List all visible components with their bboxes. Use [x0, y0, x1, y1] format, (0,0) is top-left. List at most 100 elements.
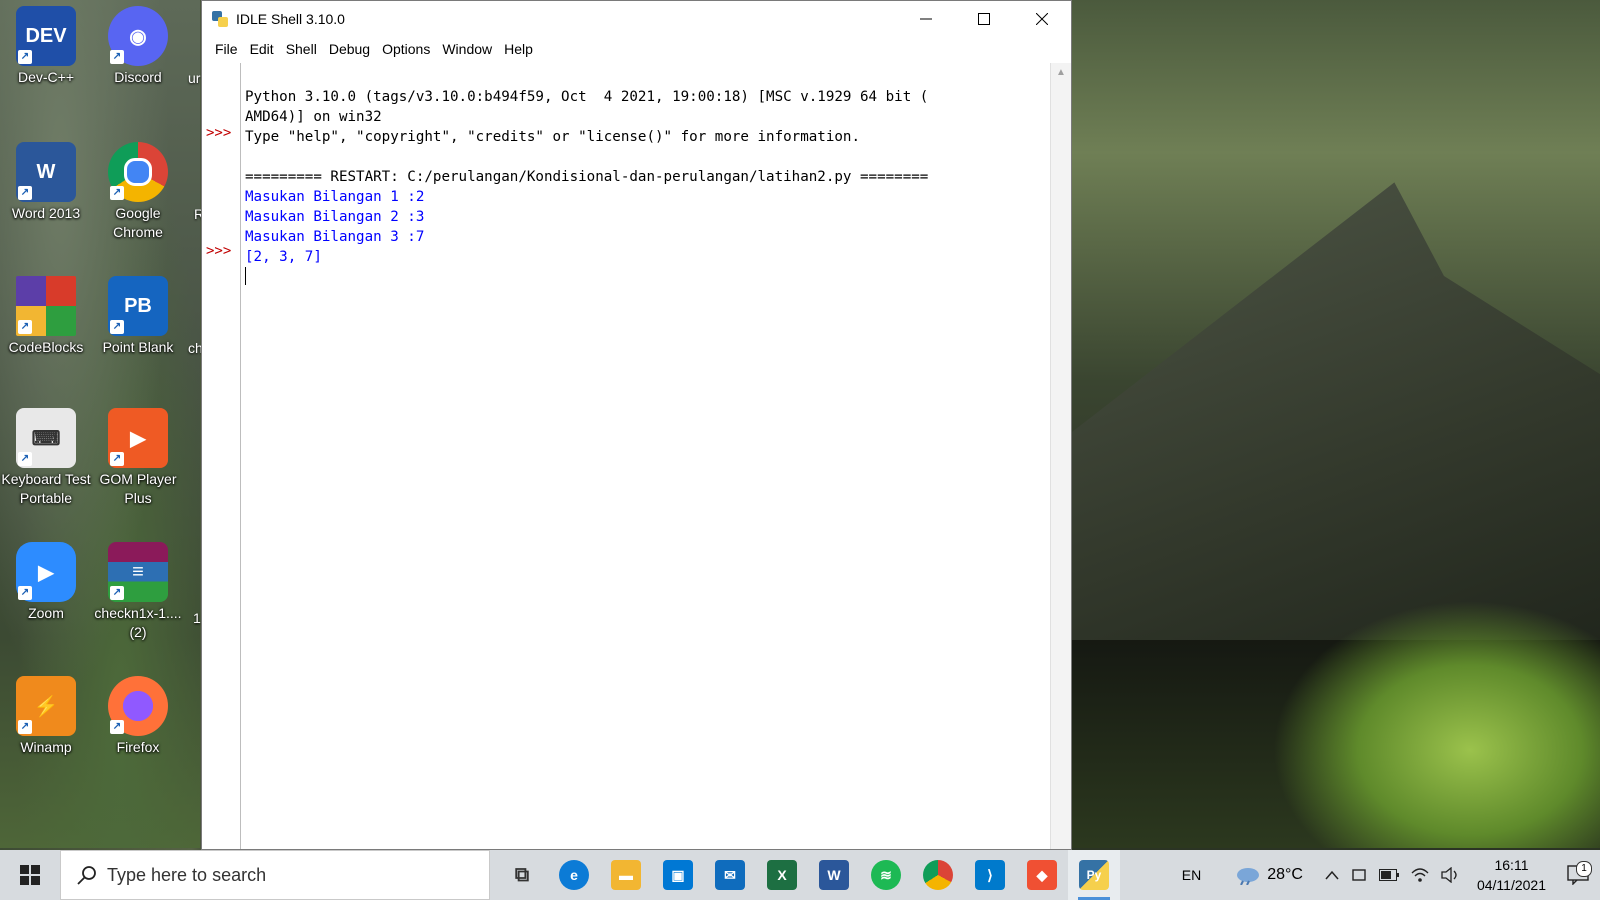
- menu-edit[interactable]: Edit: [244, 41, 280, 57]
- point-blank-icon: PB ↗: [108, 276, 168, 336]
- desktop-icon-zoom[interactable]: ▶ ↗ Zoom: [0, 542, 92, 623]
- window-title: IDLE Shell 3.10.0: [236, 11, 345, 27]
- menu-shell[interactable]: Shell: [280, 41, 323, 57]
- menu-options[interactable]: Options: [376, 41, 436, 57]
- keyboard-icon: ⌨ ↗: [16, 408, 76, 468]
- minimize-button[interactable]: [897, 1, 955, 37]
- python-icon: [212, 11, 228, 27]
- search-box[interactable]: Type here to search: [60, 850, 490, 900]
- taskbar-task-view[interactable]: ⧉: [496, 850, 548, 900]
- git-icon: ◆: [1027, 860, 1057, 890]
- desktop-wallpaper: [1072, 0, 1600, 848]
- battery-icon[interactable]: [1373, 869, 1405, 881]
- desktop-icon-gom-player[interactable]: ▶ ↗ GOM Player Plus: [92, 408, 184, 508]
- desktop-icon-label-partial: 1: [193, 610, 201, 626]
- title-bar[interactable]: IDLE Shell 3.10.0: [202, 1, 1071, 37]
- menu-file[interactable]: File: [209, 41, 244, 57]
- desktop-icon-label: Dev-C++: [17, 69, 75, 85]
- show-hidden-icons-button[interactable]: [1309, 870, 1345, 880]
- chevron-up-icon: [1325, 870, 1339, 880]
- store-icon: ▣: [663, 860, 693, 890]
- desktop-icon-label: Firefox: [116, 739, 160, 755]
- scroll-up-icon[interactable]: ▲: [1051, 63, 1071, 81]
- taskbar-edge[interactable]: e: [548, 850, 600, 900]
- shell-line: Masukan Bilangan 3 :7: [245, 229, 425, 245]
- meet-now-icon[interactable]: [1345, 867, 1373, 883]
- zoom-icon: ▶ ↗: [16, 542, 76, 602]
- shell-line: Masukan Bilangan 2 :3: [245, 209, 425, 225]
- winamp-icon: ⚡ ↗: [16, 676, 76, 736]
- shell-editor[interactable]: >>> >>> Python 3.10.0 (tags/v3.10.0:b494…: [202, 63, 1071, 849]
- desktop-icon-checkn1x[interactable]: ≡ ↗ checkn1x-1.... (2): [92, 542, 184, 642]
- word-icon: W ↗: [16, 142, 76, 202]
- desktop-icon-label: Keyboard Test Portable: [1, 471, 91, 506]
- taskbar-file-explorer[interactable]: ▬: [600, 850, 652, 900]
- desktop-icon-winamp[interactable]: ⚡ ↗ Winamp: [0, 676, 92, 757]
- task-view-icon: ⧉: [514, 863, 530, 886]
- close-button[interactable]: [1013, 1, 1071, 37]
- taskbar-microsoft-store[interactable]: ▣: [652, 850, 704, 900]
- idle-shell-window[interactable]: IDLE Shell 3.10.0 File Edit Shell Debug …: [201, 0, 1072, 850]
- desktop-icon-point-blank[interactable]: PB ↗ Point Blank: [92, 276, 184, 357]
- prompt-gutter: >>> >>>: [202, 63, 241, 849]
- taskbar-python-idle[interactable]: Py: [1068, 850, 1120, 900]
- desktop-icon-word[interactable]: W ↗ Word 2013: [0, 142, 92, 223]
- shell-line: [2, 3, 7]: [245, 249, 322, 265]
- shell-prompt: >>>: [206, 243, 232, 259]
- shell-line: Type "help", "copyright", "credits" or "…: [245, 129, 860, 145]
- desktop-icon-label-partial: ur: [188, 70, 201, 86]
- desktop-icon-discord[interactable]: ◉ ↗ Discord: [92, 6, 184, 87]
- weather-widget[interactable]: 28°C: [1229, 865, 1309, 885]
- shell-input-line[interactable]: [245, 267, 1049, 287]
- vertical-scrollbar[interactable]: ▲: [1050, 63, 1071, 849]
- shell-output[interactable]: Python 3.10.0 (tags/v3.10.0:b494f59, Oct…: [245, 67, 1049, 327]
- shell-line: Python 3.10.0 (tags/v3.10.0:b494f59, Oct…: [245, 89, 929, 105]
- wifi-icon[interactable]: [1405, 867, 1435, 883]
- desktop-icon-keyboard-test[interactable]: ⌨ ↗ Keyboard Test Portable: [0, 408, 92, 508]
- taskbar: Type here to search ⧉ e ▬ ▣ ✉ X W ≋ ⟩ ◆ …: [0, 850, 1600, 900]
- taskbar-git[interactable]: ◆: [1016, 850, 1068, 900]
- menu-help[interactable]: Help: [498, 41, 539, 57]
- clock-time: 16:11: [1494, 857, 1529, 873]
- taskbar-word[interactable]: W: [808, 850, 860, 900]
- taskbar-spotify[interactable]: ≋: [860, 850, 912, 900]
- language-indicator[interactable]: EN: [1176, 867, 1229, 883]
- desktop-icon-label: Zoom: [28, 605, 64, 621]
- chrome-icon: ↗: [108, 142, 168, 202]
- taskbar-chrome[interactable]: [912, 850, 964, 900]
- shell-line: ========= RESTART: C:/perulangan/Kondisi…: [245, 169, 929, 185]
- shell-prompt: >>>: [206, 125, 232, 141]
- search-placeholder: Type here to search: [107, 864, 267, 885]
- volume-icon[interactable]: [1435, 867, 1467, 883]
- start-button[interactable]: [0, 850, 60, 900]
- devcpp-icon: DEV ↗: [16, 6, 76, 66]
- notification-center-button[interactable]: 1: [1556, 861, 1600, 885]
- desktop-icon-chrome[interactable]: ↗ Google Chrome: [92, 142, 184, 242]
- taskbar-vscode[interactable]: ⟩: [964, 850, 1016, 900]
- desktop: DEV ↗ Dev-C++ ◉ ↗ Discord W ↗ Word 2013 ↗ G…: [0, 0, 204, 848]
- search-icon: [77, 866, 96, 885]
- desktop-icon-firefox[interactable]: ↗ Firefox: [92, 676, 184, 757]
- taskbar-excel[interactable]: X: [756, 850, 808, 900]
- menu-debug[interactable]: Debug: [323, 41, 376, 57]
- edge-icon: e: [559, 860, 589, 890]
- minimize-icon: [920, 18, 932, 20]
- clock[interactable]: 16:11 04/11/2021: [1467, 855, 1556, 895]
- desktop-icon-label: Point Blank: [102, 339, 174, 355]
- maximize-button[interactable]: [955, 1, 1013, 37]
- taskbar-mail[interactable]: ✉: [704, 850, 756, 900]
- desktop-icon-label: Discord: [114, 69, 162, 85]
- menu-window[interactable]: Window: [436, 41, 498, 57]
- shell-line: AMD64)] on win32: [245, 109, 382, 125]
- desktop-icon-codeblocks[interactable]: ↗ CodeBlocks: [0, 276, 92, 357]
- windows-icon: [20, 865, 40, 885]
- notification-count: 1: [1576, 861, 1592, 877]
- menu-bar: File Edit Shell Debug Options Window Hel…: [202, 37, 1071, 61]
- folder-icon: ▬: [611, 860, 641, 890]
- firefox-icon: ↗: [108, 676, 168, 736]
- vscode-icon: ⟩: [975, 860, 1005, 890]
- weather-cloud-icon: [1237, 868, 1260, 885]
- desktop-icon-devcpp[interactable]: DEV ↗ Dev-C++: [0, 6, 92, 87]
- clock-date: 04/11/2021: [1476, 877, 1546, 893]
- desktop-icon-label: Google Chrome: [113, 205, 163, 240]
